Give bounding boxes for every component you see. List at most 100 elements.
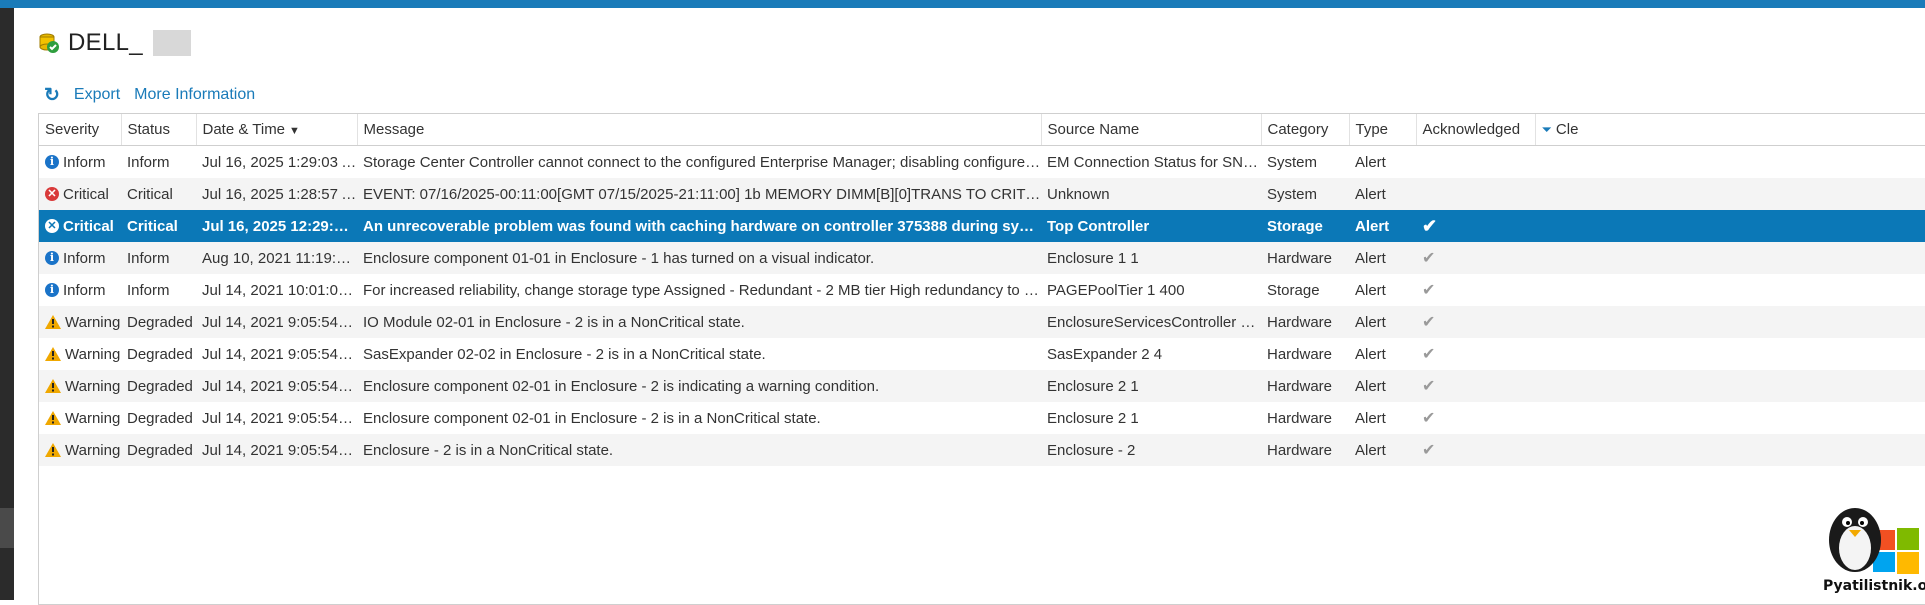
export-link[interactable]: Export <box>74 86 120 104</box>
cell-source: PAGEPoolTier 1 400 <box>1047 281 1185 299</box>
alert-toolbar: ↻ Export More Information <box>44 83 255 107</box>
cell-message: EVENT: 07/16/2025-00:11:00[GMT 07/15/202… <box>357 178 1041 210</box>
cell-type: Alert <box>1349 242 1416 274</box>
cell-datetime: Jul 16, 2025 1:29:03 AM <box>202 153 357 171</box>
top-accent-bar <box>0 0 1925 8</box>
cell-category: Hardware <box>1267 409 1333 427</box>
cell-message: An unrecoverable problem was found with … <box>357 210 1041 242</box>
cell-type: Alert <box>1355 409 1386 427</box>
left-edge-strip <box>0 8 14 600</box>
checkmark-icon: ✔ <box>1422 250 1436 267</box>
checkmark-icon: ✔ <box>1422 346 1436 363</box>
table-row[interactable]: Warning Degraded Jul 14, 2021 9:05:54 PM En… <box>39 370 1925 402</box>
info-icon: i <box>45 155 59 169</box>
col-header-datetime[interactable]: Date & Time ▼ <box>196 114 358 146</box>
cell-severity: Warning <box>39 402 121 434</box>
table-row[interactable]: Warning Degraded Jul 14, 2021 9:05:54 PM IO… <box>39 306 1925 338</box>
cell-status: Inform <box>121 242 196 274</box>
refresh-icon[interactable]: ↻ <box>44 84 60 107</box>
severity-indicator: i Inform <box>45 250 121 267</box>
cell-acknowledged: ✔ <box>1416 338 1535 370</box>
cell-source: Unknown <box>1041 178 1261 210</box>
table-row[interactable]: Warning Degraded Jul 14, 2021 9:05:54 PM Sa… <box>39 338 1925 370</box>
cell-message: Storage Center Controller cannot connect… <box>363 153 1041 171</box>
severity-label: Warning <box>65 441 121 459</box>
critical-icon: ✕ <box>45 219 59 233</box>
cell-severity: i Inform <box>39 146 121 179</box>
checkmark-icon: ✔ <box>1422 410 1436 427</box>
col-header-source[interactable]: Source Name <box>1041 114 1262 146</box>
severity-label: Inform <box>63 249 106 267</box>
severity-label: Warning <box>65 377 121 395</box>
severity-label: Critical <box>63 185 109 203</box>
severity-indicator: Warning <box>45 410 121 427</box>
table-row[interactable]: i Inform Inform Jul 14, 2021 10:01:00 PM For… <box>39 274 1925 306</box>
info-icon: i <box>45 283 59 297</box>
cell-datetime: Jul 16, 2025 12:29:43 AM <box>196 210 357 242</box>
cell-severity: ✕ Critical <box>39 178 121 210</box>
cell-source: SasExpander 2 4 <box>1047 345 1163 363</box>
cell-type: Alert <box>1355 153 1386 171</box>
cell-type: Alert <box>1349 178 1416 210</box>
cell-source: Enclosure 2 1 <box>1047 409 1139 427</box>
cell-clear <box>1535 242 1925 274</box>
cell-message: Enclosure component 02-01 in Enclosure -… <box>357 370 1041 402</box>
more-information-link[interactable]: More Information <box>134 86 255 104</box>
storage-system-icon <box>38 32 60 54</box>
cell-status: Critical <box>121 178 196 210</box>
severity-indicator: ✕ Critical <box>45 218 121 235</box>
severity-indicator: Warning <box>45 346 121 363</box>
table-row[interactable]: iInformInformAug 10, 2021 11:19:42 AMEnc… <box>39 242 1925 274</box>
cell-category: Storage <box>1261 210 1349 242</box>
severity-label: Warning <box>65 313 121 331</box>
cell-source: Enclosure - 2 <box>1041 434 1261 466</box>
cell-status: Degraded <box>127 345 193 363</box>
cell-source: Top Controller <box>1041 210 1261 242</box>
cell-acknowledged <box>1416 178 1535 210</box>
cell-source: Enclosure 1 1 <box>1041 242 1261 274</box>
cell-clear <box>1535 306 1925 338</box>
col-header-type[interactable]: Type <box>1349 114 1417 146</box>
cell-datetime: Jul 14, 2021 9:05:54 PM <box>196 434 357 466</box>
table-row[interactable]: Warning Degraded Jul 14, 2021 9:05:54 PM En… <box>39 402 1925 434</box>
col-header-clear[interactable]: ⏷ Cle <box>1535 114 1925 146</box>
col-header-severity[interactable]: Severity <box>39 114 122 146</box>
cell-clear <box>1535 434 1925 466</box>
cell-message: Enclosure component 02-01 in Enclosure -… <box>363 409 821 427</box>
cell-category: Hardware <box>1261 370 1349 402</box>
cell-type: Alert <box>1355 345 1386 363</box>
table-row[interactable]: Warning Degraded Jul 14, 2021 9:05:54 PM En… <box>39 434 1925 466</box>
table-row[interactable]: ✕ Critical Critical Jul 16, 2025 1:28:57 AM… <box>39 178 1925 210</box>
cell-status: Degraded <box>127 409 193 427</box>
cell-status: Degraded <box>121 306 196 338</box>
severity-label: Inform <box>63 153 106 171</box>
cell-clear <box>1535 274 1925 306</box>
cell-severity: i Inform <box>39 242 121 274</box>
cell-status: Degraded <box>121 370 196 402</box>
filter-icon[interactable]: ⏷ <box>1542 122 1552 137</box>
cell-type: Alert <box>1349 370 1416 402</box>
table-row[interactable]: i Inform Inform Jul 16, 2025 1:29:03 AM Stor… <box>39 146 1925 179</box>
col-header-clear-label: Cle <box>1555 121 1579 138</box>
col-header-acknowledged[interactable]: Acknowledged <box>1416 114 1536 146</box>
cell-severity: Warning <box>39 434 121 466</box>
cell-severity: Warning <box>39 306 121 338</box>
cell-category: Hardware <box>1267 345 1333 363</box>
cell-datetime: Jul 14, 2021 9:05:54 PM <box>202 345 357 363</box>
cell-datetime: Jul 14, 2021 9:05:54 PM <box>202 409 357 427</box>
cell-type: Alert <box>1349 210 1416 242</box>
redacted-name-block <box>152 30 191 56</box>
severity-indicator: Warning <box>45 442 121 459</box>
cell-source: EnclosureServicesController 2 4 <box>1041 306 1261 338</box>
col-header-message[interactable]: Message <box>357 114 1042 146</box>
cell-message: Enclosure - 2 is in a NonCritical state. <box>357 434 1041 466</box>
checkmark-icon: ✔ <box>1422 442 1436 459</box>
cell-datetime: Jul 14, 2021 9:05:54 PM <box>196 306 357 338</box>
table-row[interactable]: ✕ Critical Critical Jul 16, 2025 12:29:43 A… <box>39 210 1925 242</box>
col-header-category[interactable]: Category <box>1261 114 1350 146</box>
col-header-status[interactable]: Status <box>121 114 197 146</box>
cell-datetime: Jul 14, 2021 9:05:54 PM <box>196 370 357 402</box>
left-edge-handle <box>0 508 14 548</box>
cell-category: Hardware <box>1261 434 1349 466</box>
cell-message: IO Module 02-01 in Enclosure - 2 is in a… <box>357 306 1041 338</box>
